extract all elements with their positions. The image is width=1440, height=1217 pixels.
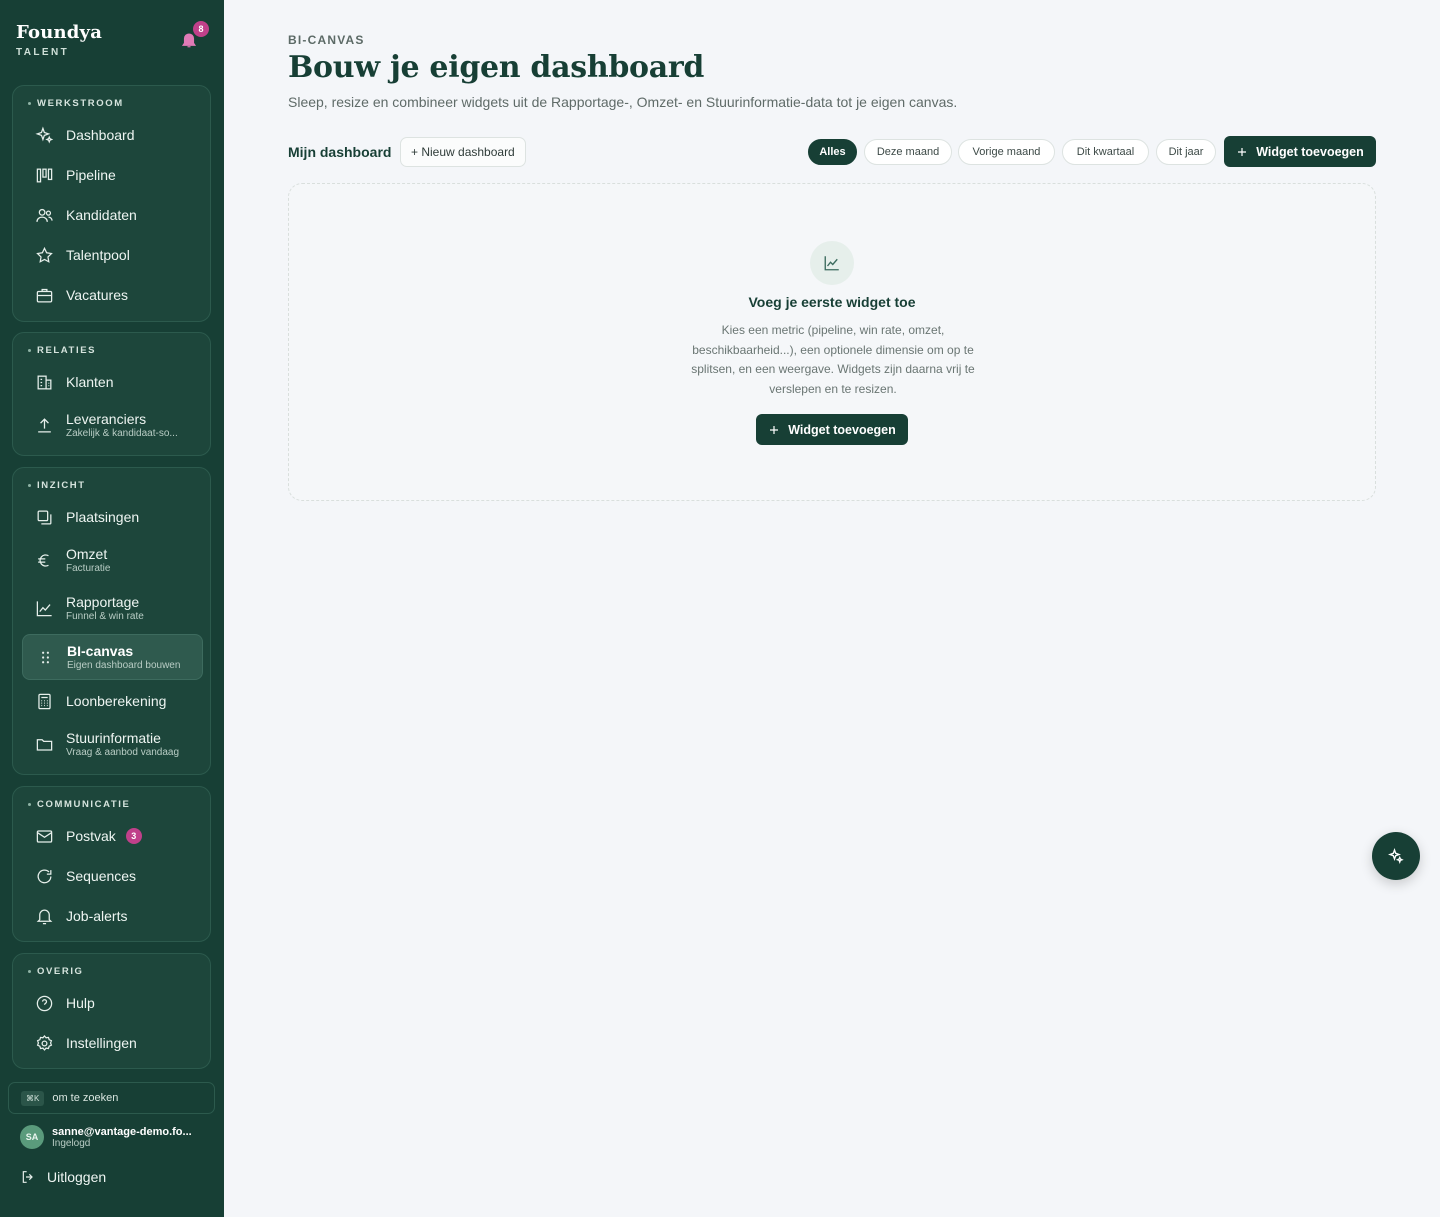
notification-badge: 8	[193, 21, 209, 37]
filter-vorige-maand[interactable]: Vorige maand	[958, 139, 1055, 165]
sidebar-item-pipeline[interactable]: Pipeline	[22, 155, 203, 195]
chart-icon	[810, 241, 854, 285]
users-icon	[34, 205, 54, 225]
group-title: COMMUNICATIE	[28, 799, 130, 810]
search-hint: om te zoeken	[52, 1092, 119, 1104]
empty-state-button-label: Widget toevoegen	[788, 422, 896, 437]
sidebar-item-hulp[interactable]: Hulp	[22, 983, 203, 1023]
logout-label: Uitloggen	[47, 1169, 107, 1185]
nav-group-overig: OVERIG Hulp Instellingen	[12, 953, 211, 1069]
folder-icon	[34, 734, 54, 754]
user-profile[interactable]: SA sanne@vantage-demo.fo... Ingelogd	[20, 1125, 192, 1149]
sidebar-item-job-alerts[interactable]: Job-alerts	[22, 896, 203, 936]
shortcut-key: ⌘K	[21, 1090, 45, 1106]
unread-count-badge: 3	[125, 828, 142, 844]
filter-deze-maand[interactable]: Deze maand	[864, 139, 952, 165]
grip-icon	[35, 647, 55, 667]
empty-state-description: Kies een metric (pipeline, win rate, omz…	[691, 323, 975, 396]
copy-icon	[34, 507, 54, 527]
brand-subtitle: TALENT	[16, 47, 70, 58]
page-eyebrow: BI-CANVAS	[288, 33, 365, 47]
sidebar-item-talentpool[interactable]: Talentpool	[22, 235, 203, 275]
group-title: OVERIG	[28, 966, 84, 977]
group-title: INZICHT	[28, 480, 86, 491]
sidebar-item-postvak[interactable]: Postvak 3	[22, 816, 203, 856]
nav-group-werkstroom: WERKSTROOM Dashboard Pipeline Kandidaten…	[12, 85, 211, 322]
sidebar-item-stuurinformatie[interactable]: Stuurinformatie Vraag & aanbod vandaag	[22, 724, 203, 764]
sidebar-item-omzet[interactable]: Omzet Facturatie	[22, 540, 203, 580]
mail-icon	[34, 826, 54, 846]
group-title: WERKSTROOM	[28, 98, 124, 109]
sidebar-item-bi-canvas[interactable]: BI-canvas Eigen dashboard bouwen	[22, 634, 203, 680]
sidebar-item-leveranciers[interactable]: Leveranciers Zakelijk & kandidaat-so...	[22, 405, 203, 445]
brand-logo[interactable]: Foundya TALENT	[16, 22, 102, 58]
nav-group-communicatie: COMMUNICATIE Postvak 3 Sequences Job-ale…	[12, 786, 211, 942]
filter-dit-kwartaal[interactable]: Dit kwartaal	[1062, 139, 1149, 165]
plus-icon	[770, 425, 779, 434]
sidebar-item-loonberekening[interactable]: Loonberekening	[22, 681, 203, 721]
empty-state-title: Voeg je eerste widget toe	[748, 294, 916, 310]
filter-dit-jaar[interactable]: Dit jaar	[1156, 139, 1216, 165]
help-icon	[34, 993, 54, 1013]
bell-icon	[34, 906, 54, 926]
ai-assistant-button[interactable]	[1372, 832, 1420, 880]
briefcase-icon	[34, 285, 54, 305]
group-title: RELATIES	[28, 345, 96, 356]
brand-name: Foundya	[16, 22, 103, 43]
new-dashboard-button[interactable]: + Nieuw dashboard	[400, 137, 526, 167]
sidebar-item-instellingen[interactable]: Instellingen	[22, 1023, 203, 1063]
nav-group-relaties: RELATIES Klanten Leveranciers Zakelijk & …	[12, 332, 211, 456]
sparkles-icon	[1388, 848, 1404, 864]
star-icon	[34, 245, 54, 265]
sidebar-item-vacatures[interactable]: Vacatures	[22, 275, 203, 315]
euro-icon	[34, 550, 54, 570]
line-chart-icon	[34, 598, 54, 618]
plus-icon	[1238, 147, 1247, 156]
settings-icon	[34, 1033, 54, 1053]
refresh-icon	[34, 866, 54, 886]
sidebar-item-klanten[interactable]: Klanten	[22, 362, 203, 402]
kanban-icon	[34, 165, 54, 185]
sidebar-item-dashboard[interactable]: Dashboard	[22, 115, 203, 155]
add-widget-button[interactable]: Widget toevoegen	[1224, 136, 1376, 167]
dashboard-canvas[interactable]: Voeg je eerste widget toe Kies een metri…	[288, 183, 1376, 501]
filter-alles[interactable]: Alles	[808, 139, 857, 165]
sidebar-item-rapportage[interactable]: Rapportage Funnel & win rate	[22, 588, 203, 628]
page-title: Bouw je eigen dashboard	[288, 50, 705, 85]
user-status: Ingelogd	[52, 1137, 91, 1149]
user-email: sanne@vantage-demo.fo...	[52, 1125, 192, 1138]
sidebar: Foundya TALENT 8 WERKSTROOM Dashboard Pi…	[0, 0, 224, 1217]
sparkles-icon	[34, 125, 54, 145]
avatar: SA	[20, 1125, 44, 1149]
logout-button[interactable]: Uitloggen	[20, 1169, 106, 1185]
sidebar-item-kandidaten[interactable]: Kandidaten	[22, 195, 203, 235]
sidebar-item-plaatsingen[interactable]: Plaatsingen	[22, 497, 203, 537]
building-icon	[34, 372, 54, 392]
add-widget-label: Widget toevoegen	[1256, 144, 1364, 159]
upload-icon	[34, 415, 54, 435]
nav-group-inzicht: INZICHT Plaatsingen Omzet Facturatie Rapp…	[12, 467, 211, 775]
calculator-icon	[34, 691, 54, 711]
dashboard-name[interactable]: Mijn dashboard	[288, 144, 391, 160]
logout-icon	[22, 1171, 33, 1183]
sidebar-item-sequences[interactable]: Sequences	[22, 856, 203, 896]
page-description: Sleep, resize en combineer widgets uit d…	[288, 94, 958, 110]
empty-state-add-widget-button[interactable]: Widget toevoegen	[756, 414, 908, 445]
command-search[interactable]: ⌘K om te zoeken	[8, 1082, 215, 1114]
